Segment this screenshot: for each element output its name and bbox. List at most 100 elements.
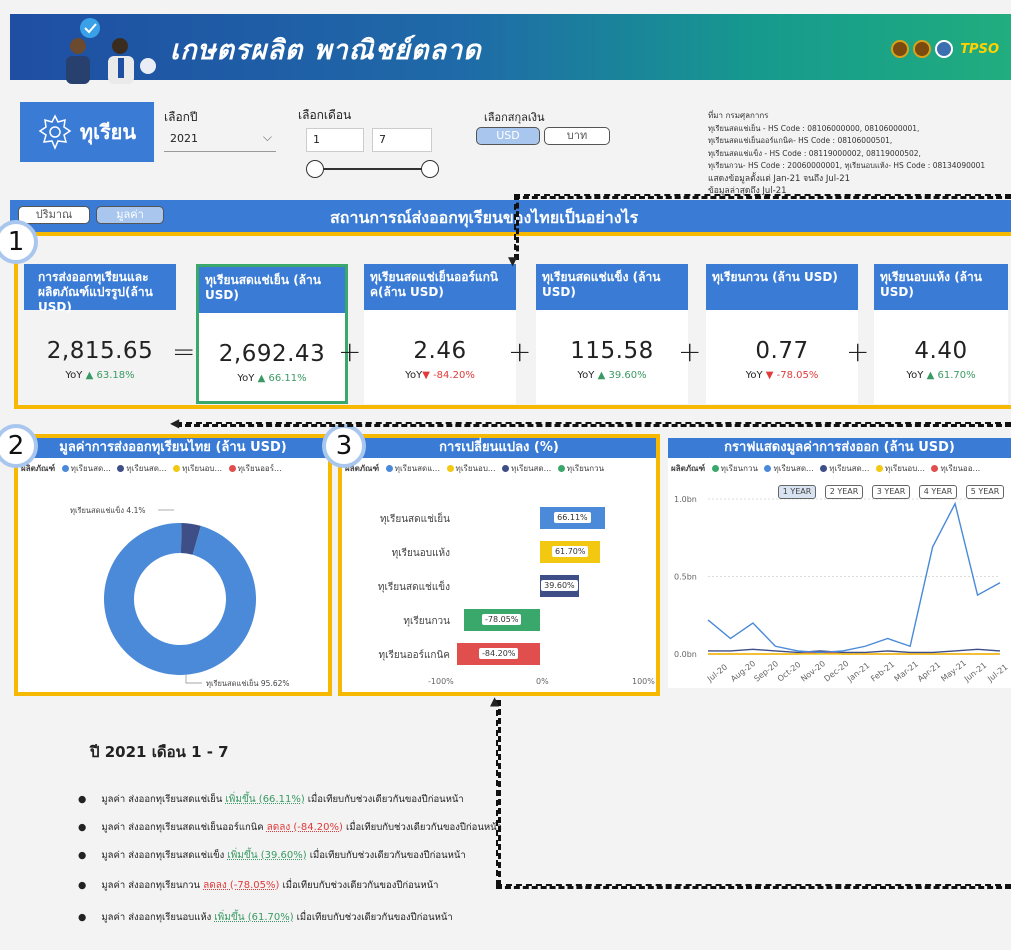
bar-value-label: 61.70% [551,546,589,557]
currency-thb-button[interactable]: บาท [544,127,610,145]
arrow-up-icon: ▲ [490,694,500,708]
bar[interactable]: -84.20% [457,643,540,665]
kpi-value: 2,692.43 [218,341,326,367]
month-to-input[interactable]: 7 [372,128,432,152]
source-line: ทุเรียนสดแช่แข็ง - HS Code : 08119000002… [708,148,921,158]
summary-text: มูลค่า ส่งออกทุเรียนสดแช่เย็นออร์แกนิค [101,822,267,833]
change-bar-panel: การเปลี่ยนแปลง (%) ผลิตภัณฑ์ ทุเรียนสดแ.… [338,434,660,696]
legend-item[interactable]: ทุเรียนอบ... [456,464,496,473]
triangle-up-icon: ▲ [597,370,606,381]
legend-dot [446,465,454,472]
range-3-year-button[interactable]: 3 YEAR [872,485,910,499]
source-line: ทุเรียนสดแช่เย็น - HS Code : 08106000000… [708,123,920,133]
legend-item[interactable]: ทุเรียนกวน [721,464,758,473]
x-tick-label: -100% [428,677,454,686]
x-tick-label: Apr-21 [916,660,942,683]
view-quantity-button[interactable]: ปริมาณ [18,206,90,224]
legend-item[interactable]: ทุเรียนสด... [71,464,111,473]
chart-legend: ผลิตภัณฑ์ ทุเรียนกวน ทุเรียนสด... ทุเรีย… [668,458,1011,479]
bar[interactable]: 39.60% [540,575,579,597]
kpi-yoy: 39.60% [608,370,647,381]
legend-item[interactable]: ทุเรียนสด... [511,464,551,473]
summary-item: ● มูลค่า ส่งออกทุเรียนสดแช่เย็นออร์แกนิค… [78,820,502,835]
legend-item[interactable]: ทุเรียนสดแ... [395,464,440,473]
source-line: ทุเรียนกวน- HS Code : 20060000001, ทุเรี… [708,161,986,170]
durian-icon [38,114,72,150]
legend-item[interactable]: ทุเรียนสด... [829,464,869,473]
kpi-value: 0.77 [755,338,809,364]
month-slider-start-handle[interactable] [306,160,324,178]
chart-legend: ผลิตภัณฑ์ ทุเรียนสดแ... ทุเรียนอบ... ทุเ… [342,458,656,479]
legend-dot [711,465,719,472]
summary-text: เมื่อเทียบกับช่วงเดียวกันของปีก่อนหน้า [342,822,502,833]
plus-operator: + [846,335,870,368]
year-dropdown[interactable]: 2021 ⌵ [164,128,276,152]
yoy-label: YoY [65,370,83,381]
tpso-logo: TPSO [960,41,999,57]
legend-dot [875,465,883,472]
x-tick-label: Feb-21 [869,660,896,684]
bar[interactable]: 66.11% [540,507,605,529]
bar[interactable]: 61.70% [540,541,601,563]
bar-category-label: ทุเรียนออร์แกนิค [378,650,450,661]
legend-dot [557,465,565,472]
range-4-year-button[interactable]: 4 YEAR [919,485,957,499]
x-tick-label: Aug-20 [729,659,757,684]
view-value-button[interactable]: มูลค่า [96,206,164,224]
legend-item[interactable]: ทุเรียนออร์... [238,464,282,473]
header-banner [10,10,1011,80]
bar-category-label: ทุเรียนสดแช่แข็ง [377,582,450,593]
connector-line [176,422,1011,427]
ministry-logo-icon [935,40,954,58]
summary-change: เพิ่มขึ้น (66.11%) [225,794,305,805]
y-tick-label: 0.5bn [674,573,697,582]
legend-item[interactable]: ทุเรียนสด... [126,464,166,473]
summary-item: ● มูลค่า ส่งออกทุเรียนกวน ลดลง (-78.05%)… [78,878,438,893]
legend-item[interactable]: ทุเรียนอบ... [885,464,925,473]
panel-title: กราฟแสดงมูลค่าการส่งออก (ล้าน USD) [668,438,1011,458]
plus-operator: + [338,335,362,368]
x-tick-label: 100% [632,677,655,686]
line-series [707,501,1001,654]
kpi-yoy: 61.70% [937,370,976,381]
marker-3: 3 [322,424,366,468]
currency-usd-button[interactable]: USD [476,127,540,145]
legend-item[interactable]: ทุเรียนสด... [773,464,813,473]
triangle-down-icon: ▼ [422,370,430,381]
legend-dot [228,465,236,472]
currency-label: เลือกสกุลเงิน [484,111,545,124]
legend-dot [117,465,125,472]
year-label: เลือกปี [164,110,198,124]
kpi-title: ทุเรียนอบแห้ง (ล้าน USD) [874,264,1008,310]
summary-text: เมื่อเทียบกับช่วงเดียวกันของปีก่อนหน้า [304,794,464,805]
x-tick-label: Sep-20 [752,659,780,683]
donut-slice[interactable] [104,523,257,675]
triangle-up-icon: ▲ [926,370,935,381]
legend-dot [820,465,828,472]
range-2-year-button[interactable]: 2 YEAR [825,485,863,499]
x-tick-label: Jul-20 [705,662,729,684]
x-tick-label: 0% [536,677,549,686]
bullet-icon: ● [78,822,87,833]
summary-change: ลดลง (-84.20%) [266,822,343,833]
kpi-yoy: 66.11% [268,373,307,384]
yoy-label: YoY [745,370,763,381]
month-slider-end-handle[interactable] [421,160,439,178]
legend-item[interactable]: ทุเรียนออ... [940,464,980,473]
line-chart-panel: กราฟแสดงมูลค่าการส่งออก (ล้าน USD) ผลิตภ… [668,438,1011,688]
bar-chart: ทุเรียนสดแช่เย็น 66.11% ทุเรียนอบแห้ง 61.70… [342,479,656,689]
summary-text: มูลค่า ส่งออกทุเรียนสดแช่แข็ง [101,850,228,861]
kpi-card-total: การส่งออกทุเรียนและผลิตภัณฑ์แปรรูป(ล้าน … [24,264,176,404]
range-5-year-button[interactable]: 5 YEAR [966,485,1004,499]
bar[interactable]: -78.05% [463,609,540,631]
summary-text: เมื่อเทียบกับช่วงเดียวกันของปีก่อนหน้า [306,850,466,861]
kpi-value: 115.58 [570,338,654,364]
month-from-input[interactable]: 1 [306,128,364,152]
range-1-year-button[interactable]: 1 YEAR [778,485,816,499]
kpi-yoy: -78.05% [776,370,819,381]
y-tick-label: 1.0bn [674,495,697,504]
summary-item: ● มูลค่า ส่งออกทุเรียนอบแห้ง เพิ่มขึ้น (… [78,910,453,925]
connector-line [514,194,519,260]
legend-item[interactable]: ทุเรียนอบ... [182,464,222,473]
legend-item[interactable]: ทุเรียนกวน [567,464,604,473]
